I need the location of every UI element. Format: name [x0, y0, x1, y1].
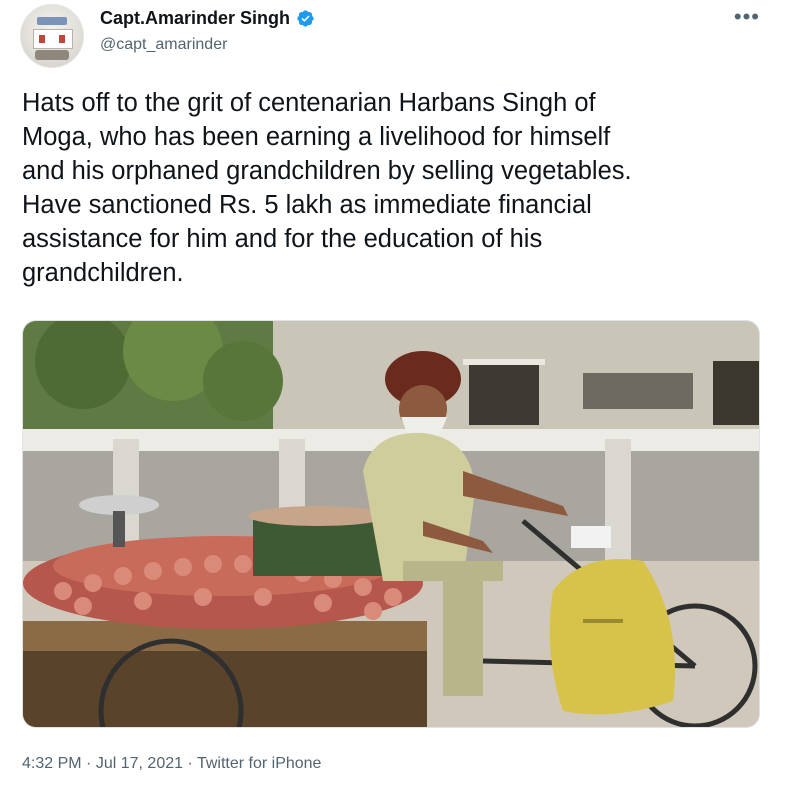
- tweet-date[interactable]: Jul 17, 2021: [96, 755, 183, 772]
- more-options-icon[interactable]: •••: [734, 4, 760, 30]
- avatar[interactable]: [20, 4, 84, 68]
- verified-badge-icon: [297, 10, 314, 27]
- tweet-source[interactable]: Twitter for iPhone: [197, 755, 322, 772]
- author-handle[interactable]: @capt_amarinder: [100, 36, 227, 54]
- tweet-meta: 4:32 PM · Jul 17, 2021 · Twitter for iPh…: [22, 755, 321, 773]
- meta-separator: ·: [86, 755, 92, 772]
- tweet-time[interactable]: 4:32 PM: [22, 755, 82, 772]
- author-name-row[interactable]: Capt.Amarinder Singh: [100, 8, 315, 29]
- photo-vegetable-vendor: [23, 321, 759, 727]
- tweet-text: Hats off to the grit of centenarian Harb…: [22, 89, 632, 287]
- tweet-photo[interactable]: [22, 320, 760, 728]
- author-name[interactable]: Capt.Amarinder Singh: [100, 8, 290, 29]
- meta-separator: ·: [187, 755, 193, 772]
- tweet-card: Capt.Amarinder Singh @capt_amarinder •••…: [0, 0, 800, 796]
